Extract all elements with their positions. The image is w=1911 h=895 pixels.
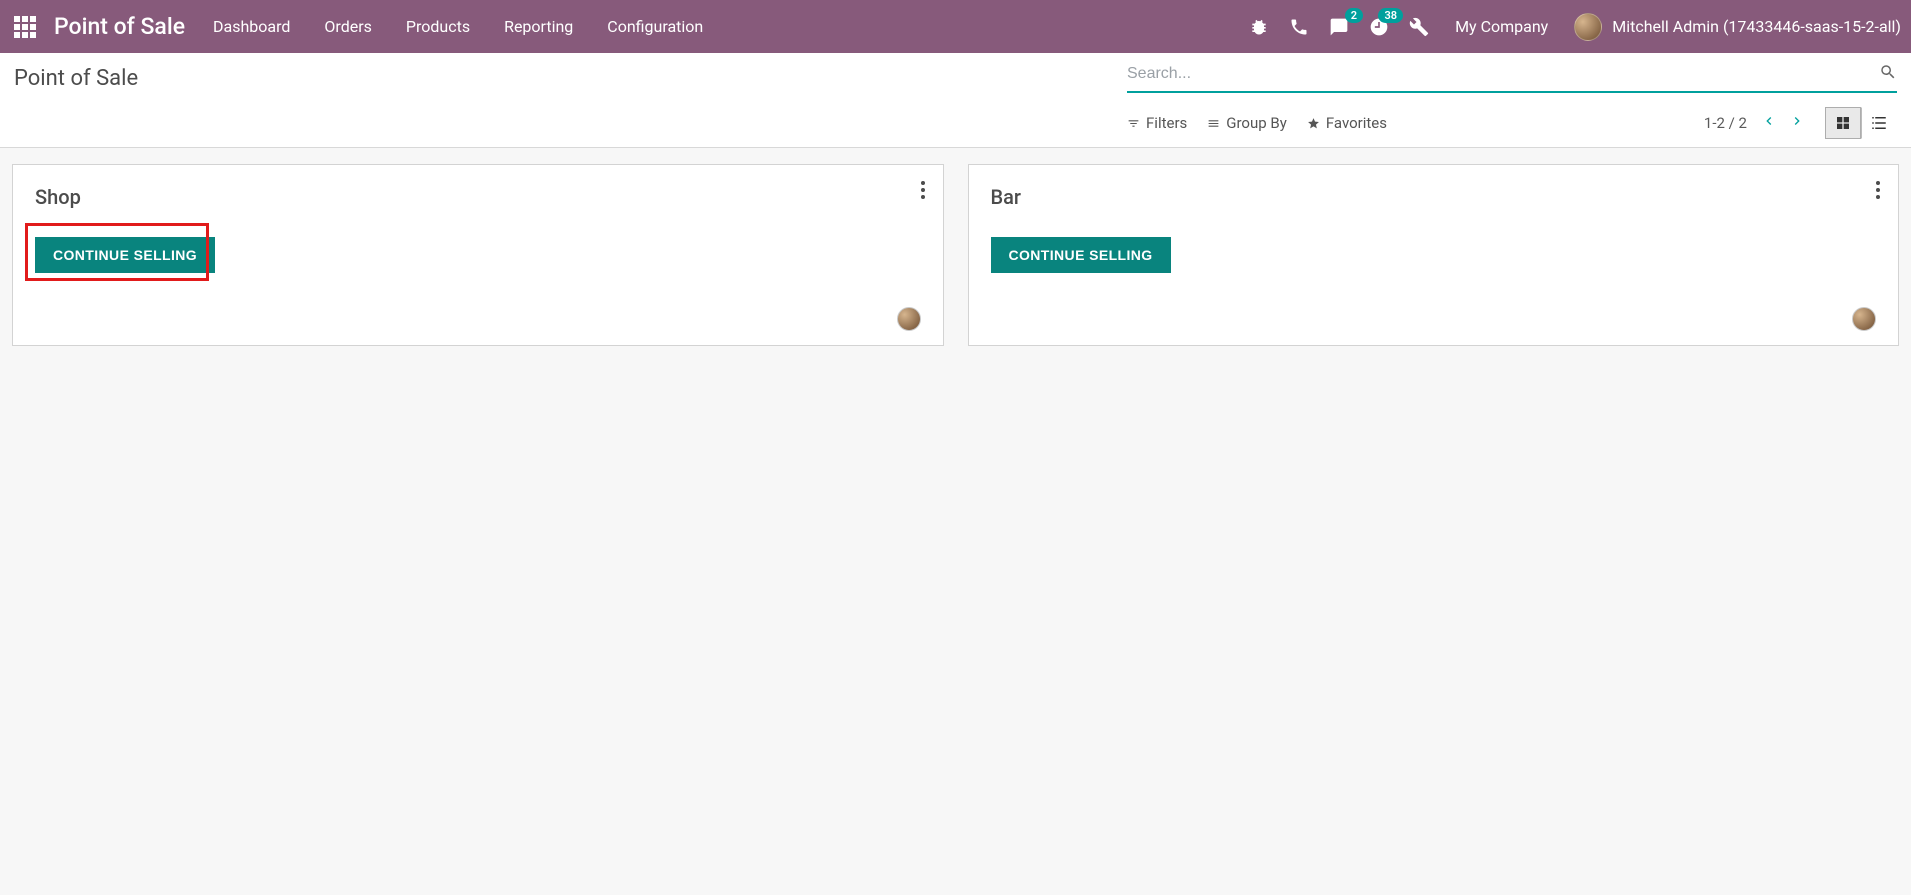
filter-icon [1127,117,1140,130]
card-menu-icon[interactable] [1876,181,1880,199]
apps-icon[interactable] [14,16,36,38]
groupby-icon [1207,117,1220,130]
tools-icon[interactable] [1409,17,1429,37]
card-avatar[interactable] [1852,307,1876,331]
kanban-icon [1835,115,1851,131]
menu-configuration[interactable]: Configuration [607,17,703,36]
chevron-left-icon [1761,113,1777,129]
favorites-button[interactable]: Favorites [1307,114,1387,132]
main-menu: Dashboard Orders Products Reporting Conf… [213,17,703,36]
kanban-content: Shop CONTINUE SELLING Bar CONTINUE SELLI… [0,148,1911,362]
menu-orders[interactable]: Orders [324,17,371,36]
filters-button[interactable]: Filters [1127,114,1187,132]
user-menu[interactable]: Mitchell Admin (17433446-saas-15-2-all) [1574,13,1901,41]
card-menu-icon[interactable] [921,181,925,199]
view-kanban[interactable] [1825,107,1861,139]
menu-reporting[interactable]: Reporting [504,17,573,36]
activities-icon[interactable]: 38 [1369,17,1389,37]
messages-badge: 2 [1345,8,1363,23]
top-nav: Point of Sale Dashboard Orders Products … [0,0,1911,53]
card-avatar[interactable] [897,307,921,331]
star-icon [1307,117,1320,130]
continue-selling-button[interactable]: CONTINUE SELLING [991,237,1171,273]
control-panel: Point of Sale Filters Group By Favorites… [0,53,1911,148]
pager-prev[interactable] [1761,113,1777,133]
view-list[interactable] [1861,107,1897,139]
continue-selling-button[interactable]: CONTINUE SELLING [35,237,215,273]
bug-icon[interactable] [1249,17,1269,37]
phone-icon[interactable] [1289,17,1309,37]
card-title: Shop [35,185,921,209]
list-icon [1870,114,1888,132]
pos-card-bar: Bar CONTINUE SELLING [968,164,1900,346]
menu-dashboard[interactable]: Dashboard [213,17,290,36]
page-title: Point of Sale [14,66,138,91]
chevron-right-icon [1789,113,1805,129]
pager-next[interactable] [1789,113,1805,133]
app-brand[interactable]: Point of Sale [54,13,185,40]
activities-badge: 38 [1378,8,1403,23]
card-title: Bar [991,185,1877,209]
company-label[interactable]: My Company [1455,17,1548,36]
search-icon[interactable] [1879,63,1897,85]
avatar [1574,13,1602,41]
pager-text: 1-2 / 2 [1704,114,1747,132]
user-name: Mitchell Admin (17433446-saas-15-2-all) [1612,17,1901,36]
nav-actions: 2 38 My Company Mitchell Admin (17433446… [1249,13,1901,41]
menu-products[interactable]: Products [406,17,470,36]
pos-card-shop: Shop CONTINUE SELLING [12,164,944,346]
groupby-button[interactable]: Group By [1207,114,1287,132]
search-input[interactable] [1127,65,1879,83]
messages-icon[interactable]: 2 [1329,17,1349,37]
search-bar [1127,63,1897,93]
